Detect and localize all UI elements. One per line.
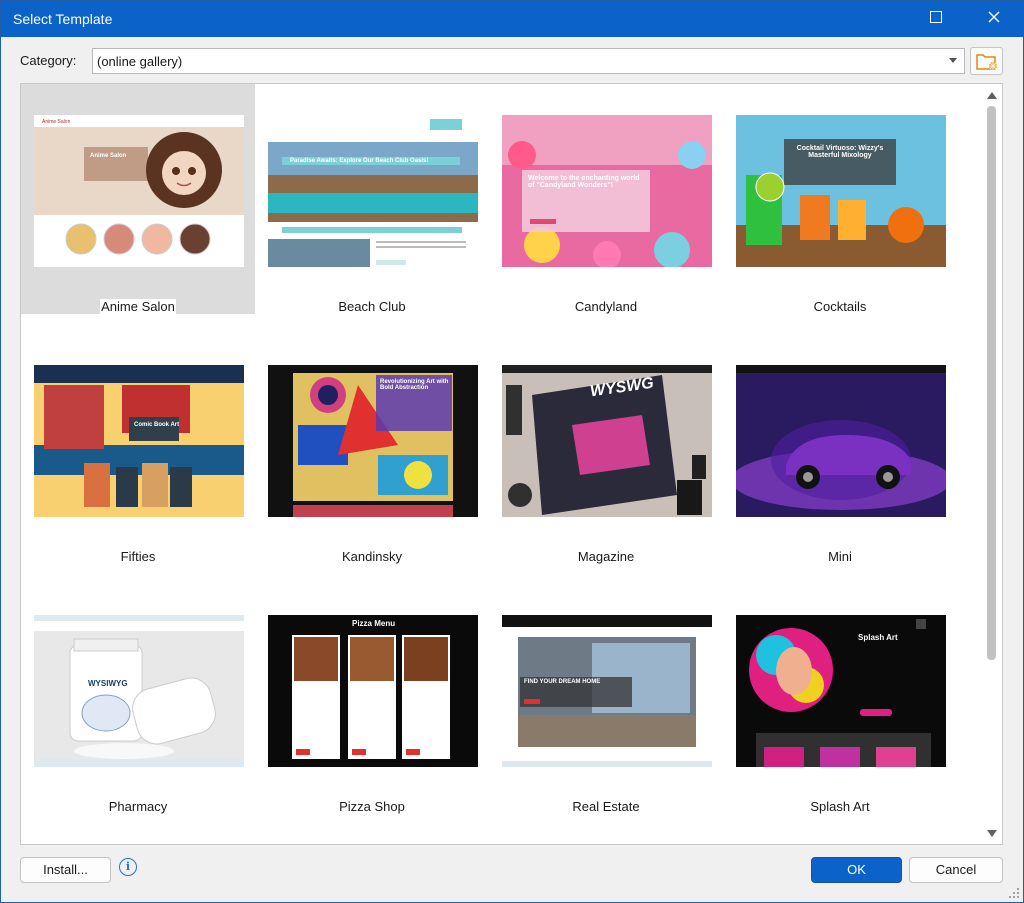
info-icon[interactable]: i <box>119 858 137 876</box>
template-preview: Pizza Menu <box>268 615 478 767</box>
title-bar: Select Template <box>1 1 1023 37</box>
template-caption: Cocktail Virtuoso: Wizzy's Masterful Mix… <box>796 145 884 159</box>
template-gallery[interactable]: Anime Salon Anime Salon Anime Salon Para… <box>20 83 1003 845</box>
template-caption: Paradise Awaits: Explore Our Beach Club … <box>290 158 429 164</box>
svg-text:Anime Salon: Anime Salon <box>42 119 71 125</box>
template-caption: Welcome to the enchanting world of "Cand… <box>528 175 640 189</box>
category-value: (online gallery) <box>97 54 183 69</box>
svg-text:Anime Salon: Anime Salon <box>90 153 127 159</box>
folder-icon <box>976 54 998 71</box>
template-caption: Revolutionizing Art with Bold Abstractio… <box>380 379 449 391</box>
template-name: Anime Salon <box>100 299 176 314</box>
template-tile-fifties[interactable]: Comic Book Art Fifties <box>21 334 255 564</box>
template-name: Mini <box>828 549 852 564</box>
vertical-scrollbar[interactable] <box>982 84 1002 844</box>
resize-grip-icon[interactable] <box>1008 887 1020 899</box>
close-button[interactable] <box>971 1 1017 33</box>
template-name: Candyland <box>574 299 638 314</box>
template-preview <box>736 365 946 517</box>
template-tile-splash-art[interactable]: Splash Art Splash Art <box>723 584 957 814</box>
cancel-button[interactable]: Cancel <box>909 857 1003 883</box>
template-preview: FIND YOUR DREAM HOME <box>502 615 712 767</box>
template-preview: Cocktail Virtuoso: Wizzy's Masterful Mix… <box>736 115 946 267</box>
template-caption: Pizza Menu <box>352 619 396 628</box>
window-title: Select Template <box>13 11 113 27</box>
template-tile-magazine[interactable]: WYSWG Magazine <box>489 334 723 564</box>
template-preview: Comic Book Art <box>34 365 244 517</box>
close-icon <box>988 11 1000 23</box>
template-preview: Revolutionizing Art with Bold Abstractio… <box>268 365 478 517</box>
template-caption: Comic Book Art <box>134 422 180 428</box>
category-dropdown[interactable]: (online gallery) <box>92 48 965 74</box>
template-name: Splash Art <box>810 799 870 814</box>
template-tile-mini[interactable]: Mini <box>723 334 957 564</box>
ok-button[interactable]: OK <box>811 857 902 883</box>
template-tile-real-estate[interactable]: FIND YOUR DREAM HOME Real Estate <box>489 584 723 814</box>
template-name: Kandinsky <box>342 549 402 564</box>
template-preview: WYSWG <box>502 365 712 517</box>
template-tile-candyland[interactable]: Welcome to the enchanting world of "Cand… <box>489 84 723 314</box>
template-tile-beach-club[interactable]: Paradise Awaits: Explore Our Beach Club … <box>255 84 489 314</box>
template-preview: Welcome to the enchanting world of "Cand… <box>502 115 712 267</box>
scroll-up-icon[interactable] <box>987 92 997 99</box>
template-name: Real Estate <box>572 799 640 814</box>
select-template-dialog: Select Template Category: (online galler… <box>0 0 1024 903</box>
template-name: Magazine <box>577 549 635 564</box>
install-button[interactable]: Install... <box>20 857 111 883</box>
template-name: Pizza Shop <box>339 799 405 814</box>
template-tile-pharmacy[interactable]: WYSIWYG Pharmacy <box>21 584 255 814</box>
scrollbar-thumb[interactable] <box>987 106 996 660</box>
maximize-icon <box>930 11 942 23</box>
chevron-down-icon <box>949 58 957 63</box>
template-name: Fifties <box>120 549 156 564</box>
template-caption: FIND YOUR DREAM HOME <box>524 679 601 685</box>
template-caption: Splash Art <box>858 633 898 642</box>
template-preview: Anime Salon Anime Salon <box>34 115 244 267</box>
category-label: Category: <box>20 53 77 68</box>
template-tile-anime-salon[interactable]: Anime Salon Anime Salon Anime Salon <box>21 84 255 314</box>
template-tile-cocktails[interactable]: Cocktail Virtuoso: Wizzy's Masterful Mix… <box>723 84 957 314</box>
template-tile-kandinsky[interactable]: Revolutionizing Art with Bold Abstractio… <box>255 334 489 564</box>
template-name: Beach Club <box>338 299 406 314</box>
template-name: Cocktails <box>813 299 867 314</box>
template-preview: WYSIWYG <box>34 615 244 767</box>
scroll-down-icon[interactable] <box>987 830 997 837</box>
template-preview: Paradise Awaits: Explore Our Beach Club … <box>268 115 478 267</box>
template-preview: Splash Art <box>736 615 946 767</box>
template-tile-pizza-shop[interactable]: Pizza Menu Pizza Shop <box>255 584 489 814</box>
template-caption: WYSIWYG <box>88 679 128 688</box>
maximize-button[interactable] <box>913 1 959 33</box>
template-name: Pharmacy <box>108 799 168 814</box>
browse-folder-button[interactable] <box>970 47 1003 75</box>
